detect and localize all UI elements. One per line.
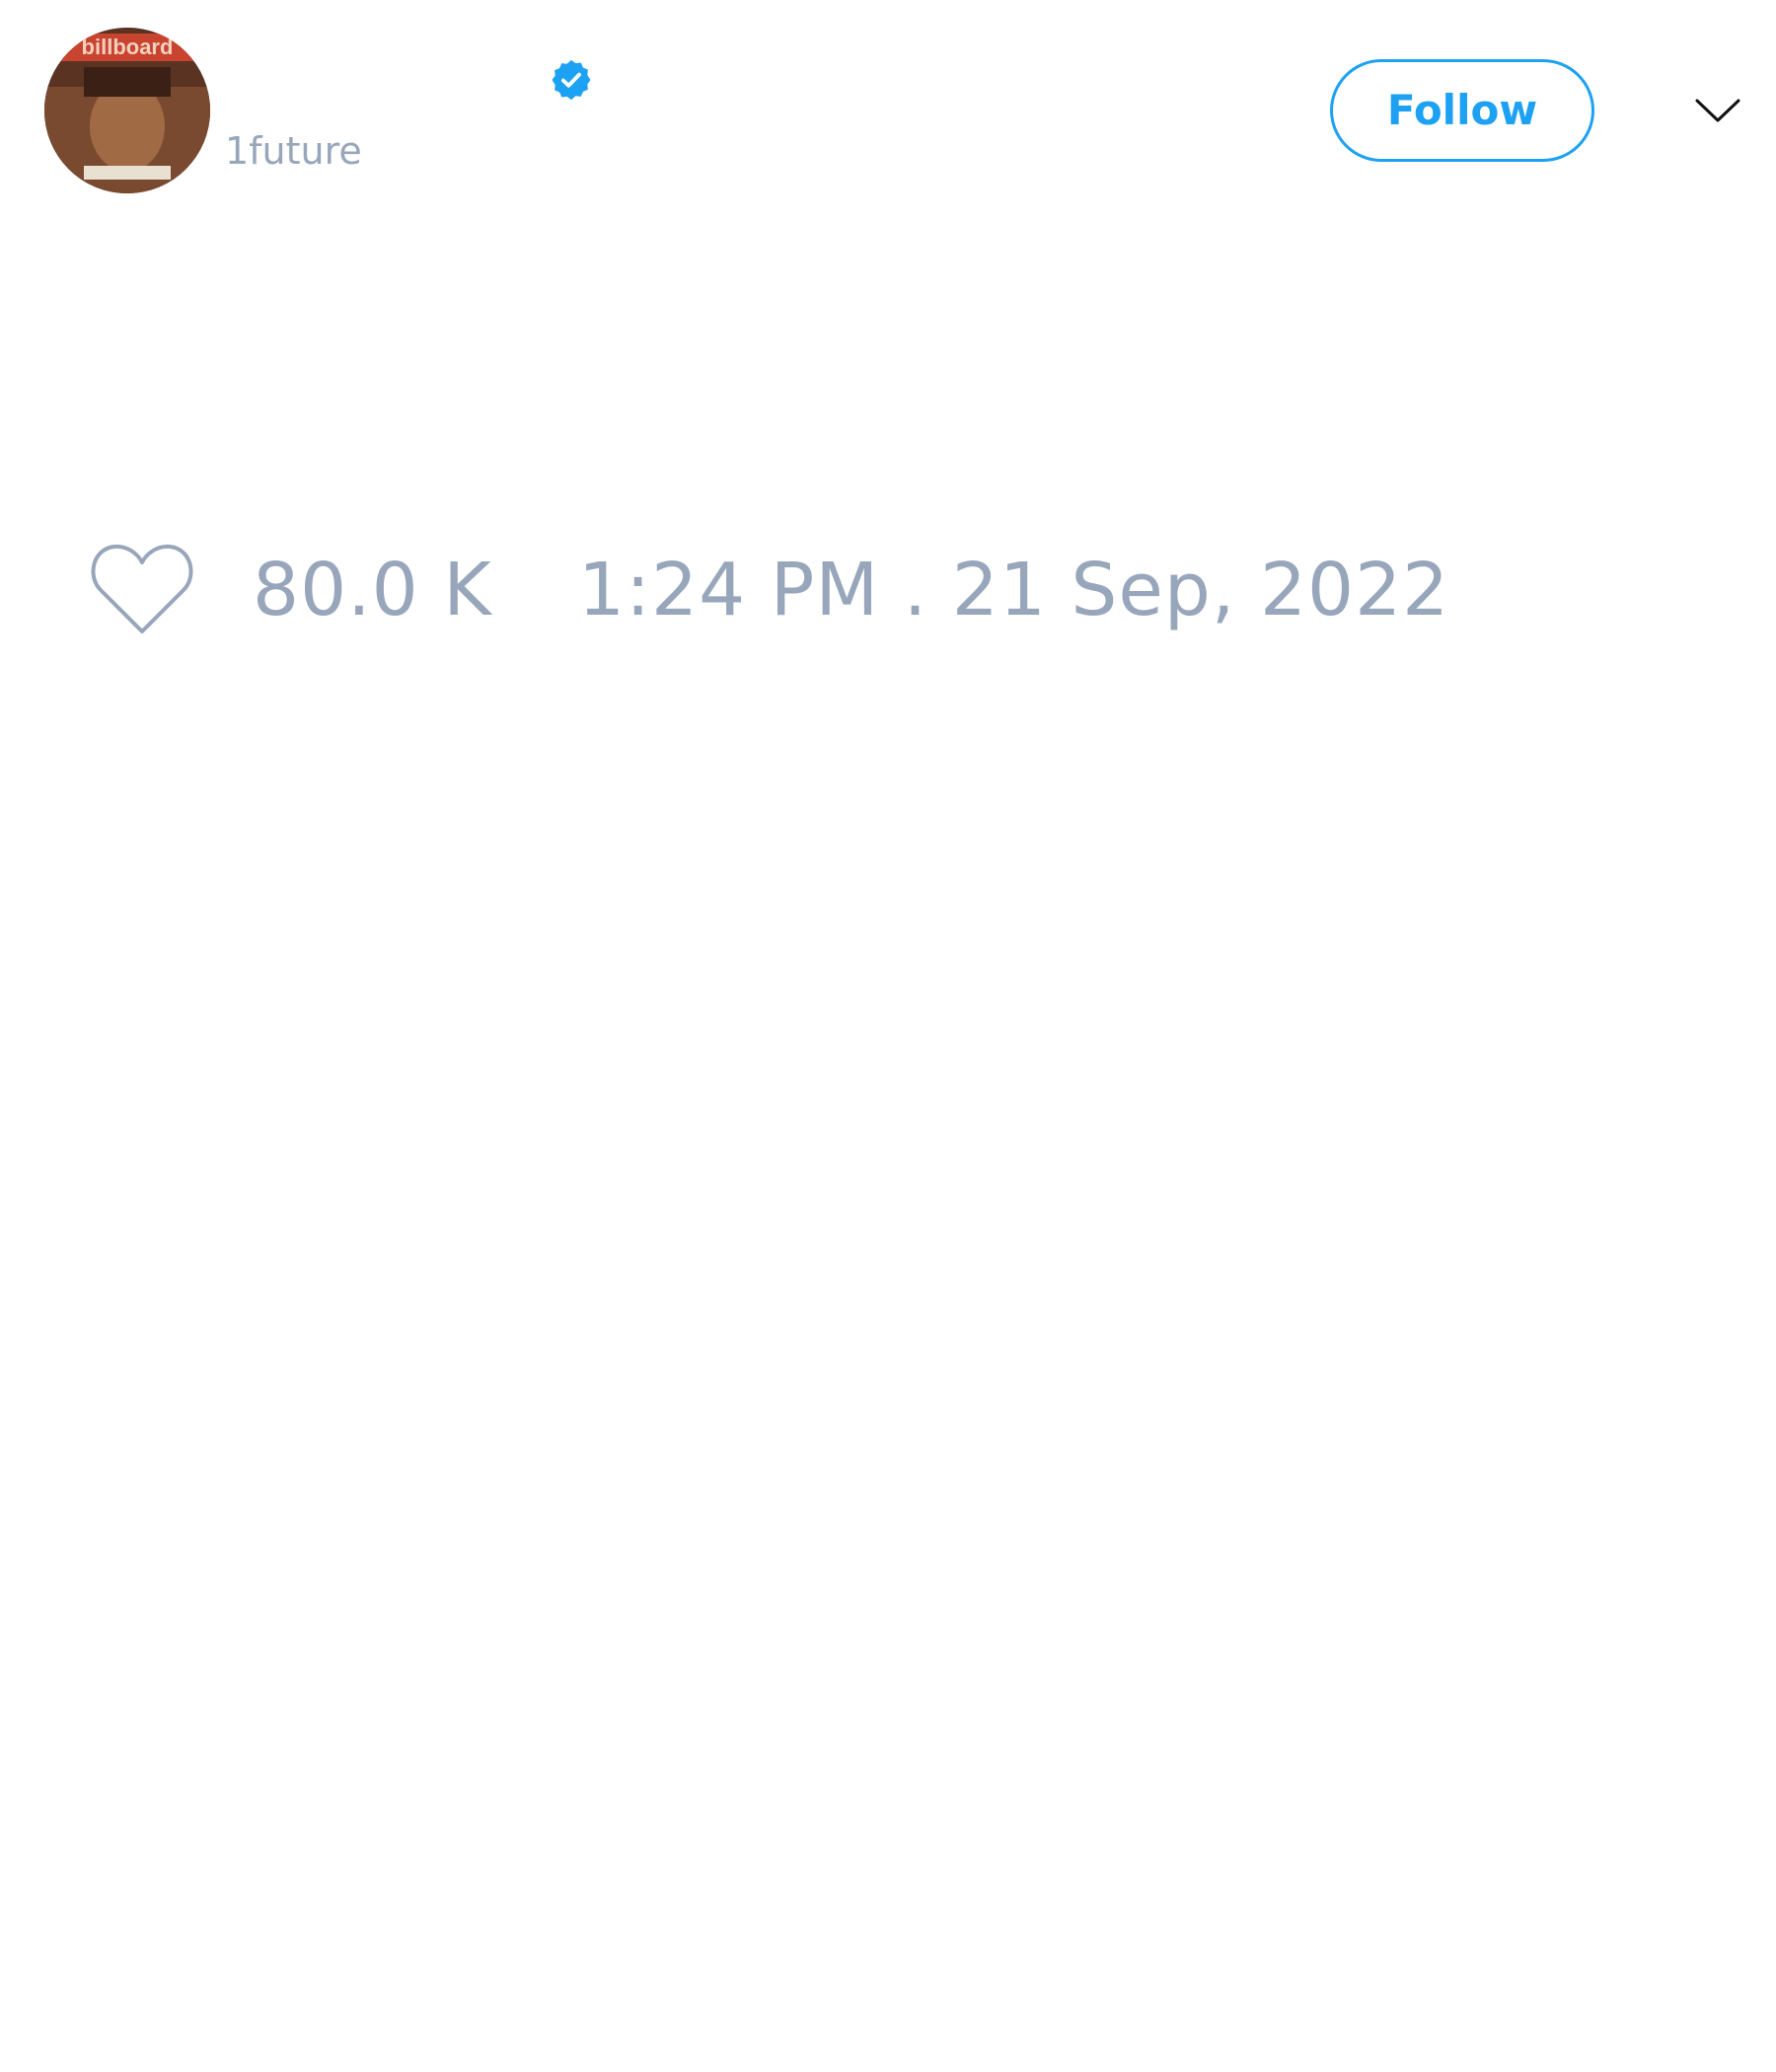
avatar-image: billboard (44, 28, 210, 193)
like-count: 80.0 K (253, 548, 492, 632)
author-handle[interactable]: 1future (225, 128, 362, 174)
tweet-timestamp[interactable]: 1:24 PM . 21 Sep, 2022 (578, 549, 1449, 631)
verified-badge-icon (549, 57, 594, 103)
avatar-logo-text: billboard (82, 35, 174, 59)
heart-outline-icon[interactable] (89, 541, 195, 637)
chevron-down-icon[interactable] (1693, 91, 1742, 130)
avatar[interactable]: billboard (44, 28, 210, 193)
follow-button[interactable]: Follow (1330, 59, 1594, 162)
